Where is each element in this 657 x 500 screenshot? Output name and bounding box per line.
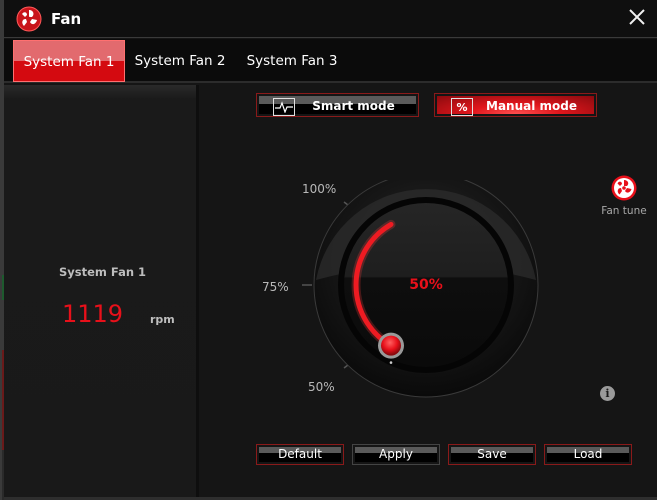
info-icon[interactable]: i bbox=[600, 386, 615, 401]
dial-label-50: 50% bbox=[308, 380, 335, 394]
smart-mode-label: Smart mode bbox=[312, 99, 395, 113]
fan-speed-dial[interactable]: 100% 75% 50% 50% bbox=[262, 172, 542, 410]
waveform-icon bbox=[273, 98, 295, 116]
save-button-label: Save bbox=[477, 447, 507, 461]
close-icon[interactable] bbox=[625, 5, 649, 29]
fan-status-panel: System Fan 1 1119 rpm bbox=[4, 85, 199, 500]
save-button[interactable]: Save bbox=[448, 444, 536, 465]
tab-system-fan-2[interactable]: System Fan 2 bbox=[130, 40, 230, 82]
fan-logo-icon bbox=[16, 6, 42, 32]
default-button-label: Default bbox=[278, 447, 322, 461]
manual-mode-button[interactable]: % Manual mode bbox=[434, 93, 597, 117]
window-title: Fan bbox=[51, 10, 82, 28]
dial-label-75: 75% bbox=[262, 280, 289, 294]
dial-graphic bbox=[302, 172, 539, 398]
smart-mode-button[interactable]: Smart mode bbox=[256, 93, 419, 117]
title-bar: Fan bbox=[4, 0, 657, 38]
fan-tabs: System Fan 1 System Fan 2 System Fan 3 bbox=[4, 39, 657, 83]
dial-value: 50% bbox=[409, 277, 443, 293]
percent-icon: % bbox=[451, 98, 473, 116]
default-button[interactable]: Default bbox=[256, 444, 344, 465]
fan-control-area: Smart mode % Manual mode 100% 75% 50% 50… bbox=[202, 85, 657, 500]
fan-window: Fan System Fan 1 System Fan 2 System Fan… bbox=[0, 0, 657, 500]
load-button-label: Load bbox=[573, 447, 603, 461]
manual-mode-label: Manual mode bbox=[486, 99, 577, 113]
fan-speed-unit: rpm bbox=[150, 313, 175, 326]
fan-tune-button[interactable]: Fan tune bbox=[594, 175, 654, 217]
apply-button-label: Apply bbox=[379, 447, 413, 461]
fan-tune-icon bbox=[611, 175, 637, 201]
tab-system-fan-3[interactable]: System Fan 3 bbox=[242, 40, 342, 82]
fan-tune-label: Fan tune bbox=[601, 205, 647, 217]
fan-name-label: System Fan 1 bbox=[59, 265, 147, 279]
tab-system-fan-1[interactable]: System Fan 1 bbox=[13, 40, 125, 82]
load-button[interactable]: Load bbox=[544, 444, 632, 465]
fan-speed-value: 1119 bbox=[62, 300, 124, 328]
apply-button[interactable]: Apply bbox=[352, 444, 440, 465]
dial-label-100: 100% bbox=[302, 182, 337, 196]
